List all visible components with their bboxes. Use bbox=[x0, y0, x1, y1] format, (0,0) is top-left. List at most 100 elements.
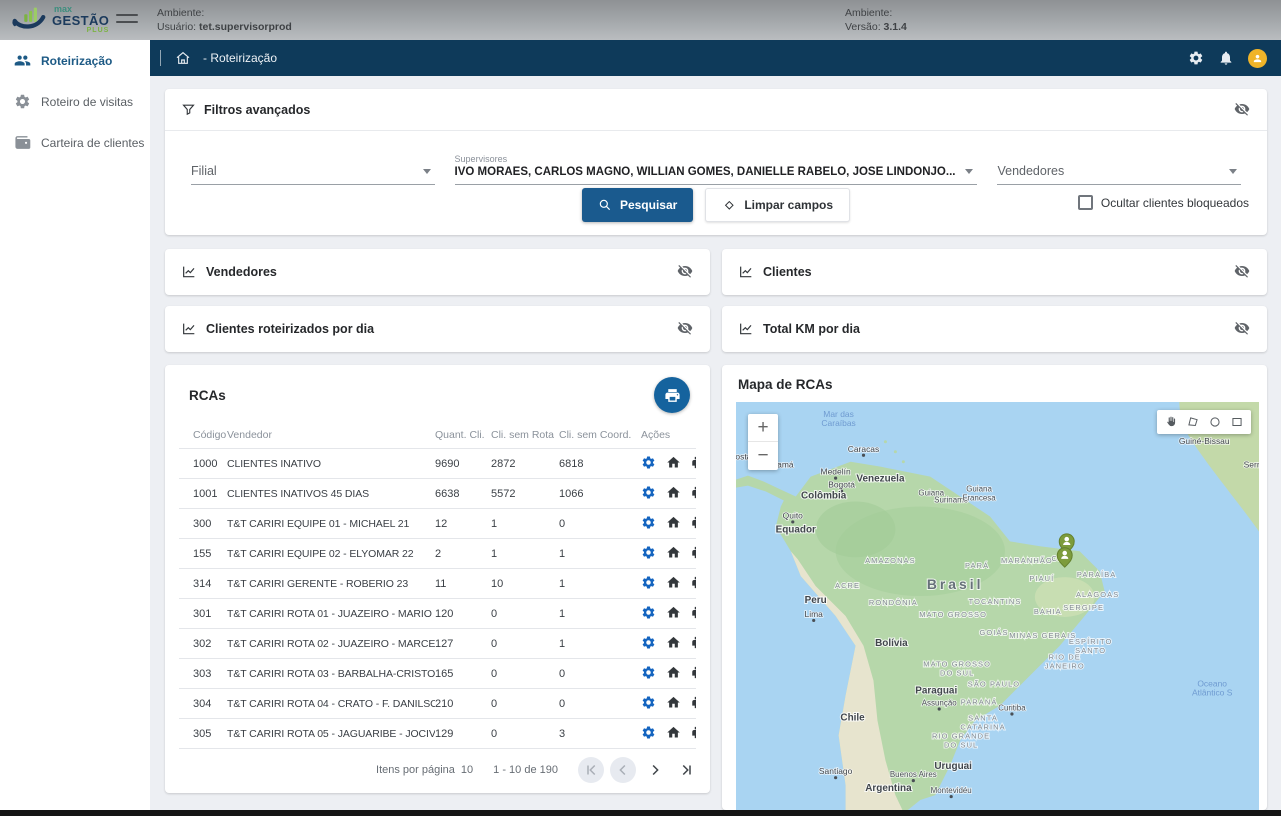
notifications-icon[interactable] bbox=[1218, 50, 1234, 66]
first-page-button[interactable] bbox=[578, 757, 604, 783]
table-row: 303T&T CARIRI ROTA 03 - BARBALHA-CRISTOV… bbox=[179, 659, 696, 689]
panel-toggle-button[interactable] bbox=[676, 320, 694, 338]
cell-acoes bbox=[641, 479, 696, 509]
main-content: Filtros avançados Filial Supervisores IV… bbox=[150, 76, 1281, 810]
cell-sem-rota: 1 bbox=[491, 539, 559, 569]
row-home-button[interactable] bbox=[666, 635, 681, 653]
table-row: 314T&T CARIRI GERENTE - ROBERIO 2311101 bbox=[179, 569, 696, 599]
map-label: Lima bbox=[805, 609, 824, 619]
home-icon bbox=[666, 695, 681, 710]
sidebar-item-roteiro-de-visitas[interactable]: Roteiro de visitas bbox=[0, 81, 150, 122]
settings-icon[interactable] bbox=[1188, 50, 1204, 66]
home-icon bbox=[666, 545, 681, 560]
table-row: 302T&T CARIRI ROTA 02 - JUAZEIRO - MARCE… bbox=[179, 629, 696, 659]
row-print-button[interactable] bbox=[691, 575, 696, 593]
circle-tool-icon[interactable] bbox=[1204, 412, 1226, 432]
row-settings-button[interactable] bbox=[641, 695, 656, 713]
row-settings-button[interactable] bbox=[641, 485, 656, 503]
row-print-button[interactable] bbox=[691, 665, 696, 683]
cell-acoes bbox=[641, 629, 696, 659]
cell-codigo: 1000 bbox=[179, 449, 227, 479]
row-print-button[interactable] bbox=[691, 695, 696, 713]
map-label: Buenos Aires bbox=[890, 770, 937, 779]
map-label: PARÁ bbox=[965, 561, 989, 570]
pan-tool-icon[interactable] bbox=[1160, 412, 1182, 432]
filial-select[interactable]: Filial bbox=[191, 145, 435, 185]
menu-icon[interactable] bbox=[116, 14, 138, 28]
map-label: Caracas bbox=[848, 444, 880, 454]
cell-vendedor: T&T CARIRI ROTA 05 - JAGUARIBE - JOCIVAL bbox=[227, 719, 435, 749]
home-icon[interactable] bbox=[175, 50, 191, 66]
logo-icon bbox=[10, 4, 48, 34]
row-settings-button[interactable] bbox=[641, 635, 656, 653]
row-settings-button[interactable] bbox=[641, 545, 656, 563]
row-home-button[interactable] bbox=[666, 575, 681, 593]
app-logo: max GESTÃO PLUS bbox=[10, 4, 109, 34]
printer-icon bbox=[691, 665, 696, 680]
hide-blocked-checkbox[interactable] bbox=[1078, 195, 1093, 210]
avatar[interactable] bbox=[1248, 49, 1267, 68]
cell-vendedor: T&T CARIRI ROTA 01 - JUAZEIRO - MARIO bbox=[227, 599, 435, 629]
panel-toggle-button[interactable] bbox=[676, 263, 694, 281]
polygon-tool-icon[interactable] bbox=[1182, 412, 1204, 432]
row-settings-button[interactable] bbox=[641, 515, 656, 533]
supervisores-label: Supervisores bbox=[455, 154, 978, 164]
map-label: Medelín bbox=[821, 467, 851, 477]
row-home-button[interactable] bbox=[666, 725, 681, 743]
col-cli-sem-coord: Cli. sem Coord. bbox=[559, 421, 641, 449]
chart-icon bbox=[181, 321, 197, 337]
sidebar-item-carteira-de-clientes[interactable]: Carteira de clientes bbox=[0, 122, 150, 163]
row-home-button[interactable] bbox=[666, 665, 681, 683]
table-header-row: Código Vendedor Quant. Cli. Cli. sem Rot… bbox=[179, 421, 696, 449]
last-page-button[interactable] bbox=[674, 757, 700, 783]
row-print-button[interactable] bbox=[691, 455, 696, 473]
previous-page-button[interactable] bbox=[610, 757, 636, 783]
cell-quant: 9690 bbox=[435, 449, 491, 479]
search-button[interactable]: Pesquisar bbox=[582, 188, 693, 222]
row-settings-button[interactable] bbox=[641, 725, 656, 743]
vendedores-select[interactable]: Vendedores bbox=[997, 145, 1241, 185]
zoom-out-button[interactable]: − bbox=[748, 442, 778, 470]
cell-quant: 6638 bbox=[435, 479, 491, 509]
items-per-page: Itens por página10 bbox=[376, 764, 473, 776]
map-label: AMAZONAS bbox=[865, 556, 916, 565]
rca-map[interactable]: Mar dasCaraíbasCosta RicaPanamáCaracasMe… bbox=[736, 402, 1259, 810]
row-print-button[interactable] bbox=[691, 635, 696, 653]
row-print-button[interactable] bbox=[691, 605, 696, 623]
row-home-button[interactable] bbox=[666, 455, 681, 473]
map-label: Paraguai bbox=[915, 686, 957, 697]
row-home-button[interactable] bbox=[666, 695, 681, 713]
sidebar-item-label: Roteirização bbox=[41, 54, 112, 68]
row-print-button[interactable] bbox=[691, 485, 696, 503]
cell-sem-rota: 5572 bbox=[491, 479, 559, 509]
zoom-in-button[interactable]: + bbox=[748, 414, 778, 442]
row-home-button[interactable] bbox=[666, 605, 681, 623]
map-label: PARANÁ bbox=[961, 698, 998, 707]
print-table-button[interactable] bbox=[654, 377, 690, 413]
row-home-button[interactable] bbox=[666, 485, 681, 503]
row-print-button[interactable] bbox=[691, 515, 696, 533]
panel-toggle-button[interactable] bbox=[1233, 320, 1251, 338]
clear-fields-button[interactable]: Limpar campos bbox=[705, 188, 850, 222]
filters-hide-button[interactable] bbox=[1233, 101, 1251, 119]
row-home-button[interactable] bbox=[666, 545, 681, 563]
map-label: Argentina bbox=[865, 783, 912, 794]
supervisores-select[interactable]: Supervisores IVO MORAES, CARLOS MAGNO, W… bbox=[455, 145, 978, 185]
row-home-button[interactable] bbox=[666, 515, 681, 533]
vendedores-placeholder: Vendedores bbox=[997, 164, 1241, 184]
rectangle-tool-icon[interactable] bbox=[1226, 412, 1248, 432]
row-print-button[interactable] bbox=[691, 545, 696, 563]
sidebar-item-roteirizacao[interactable]: Roteirização bbox=[0, 40, 150, 81]
row-settings-button[interactable] bbox=[641, 605, 656, 623]
table-row: 304T&T CARIRI ROTA 04 - CRATO - F. DANIL… bbox=[179, 689, 696, 719]
row-settings-button[interactable] bbox=[641, 575, 656, 593]
home-icon bbox=[666, 455, 681, 470]
row-settings-button[interactable] bbox=[641, 665, 656, 683]
map-canvas[interactable]: Mar dasCaraíbasCosta RicaPanamáCaracasMe… bbox=[736, 402, 1259, 810]
next-page-button[interactable] bbox=[642, 757, 668, 783]
row-settings-button[interactable] bbox=[641, 455, 656, 473]
cell-sem-coord: 0 bbox=[559, 509, 641, 539]
row-print-button[interactable] bbox=[691, 725, 696, 743]
panel-toggle-button[interactable] bbox=[1233, 263, 1251, 281]
gear-icon bbox=[641, 515, 656, 530]
